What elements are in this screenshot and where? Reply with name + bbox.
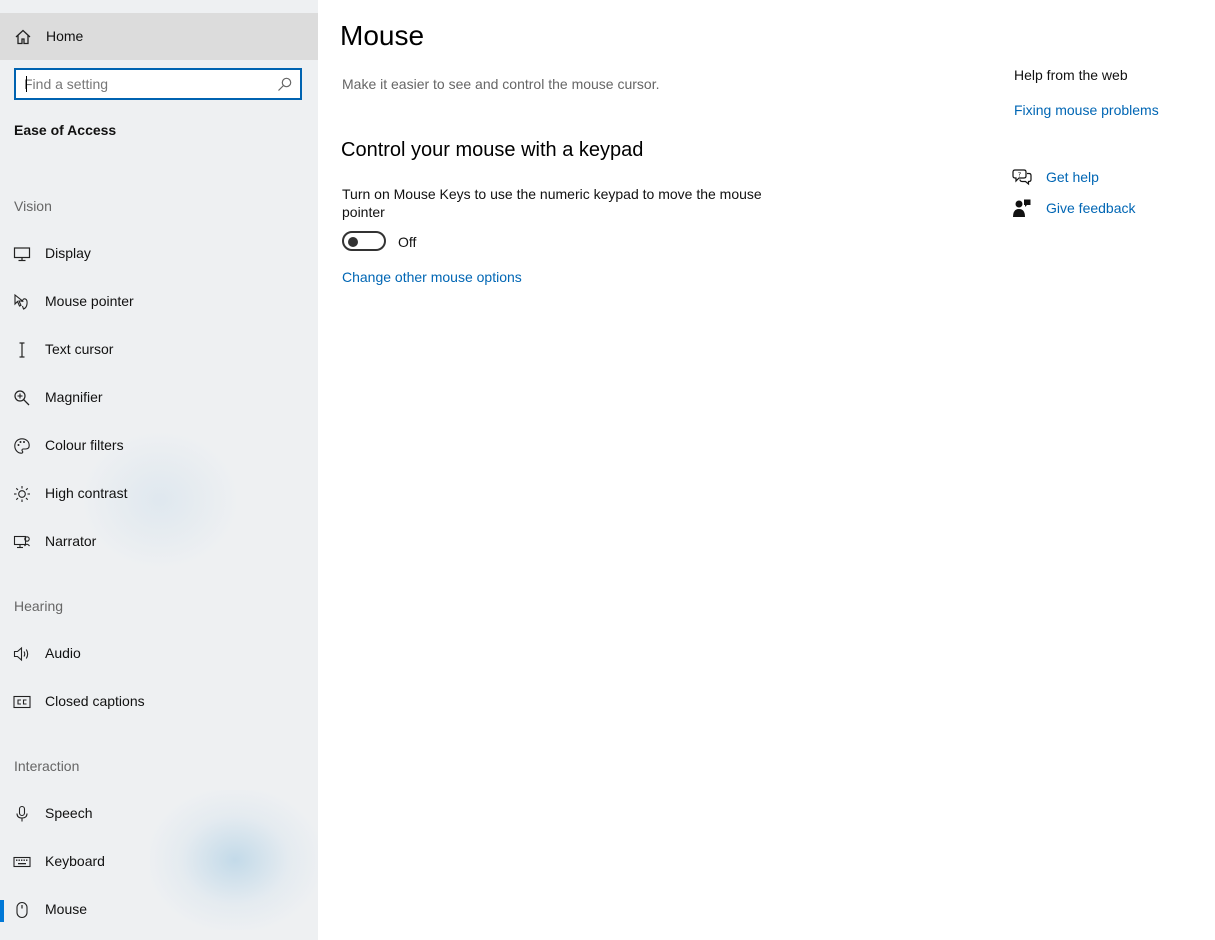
- sidebar-item-text-cursor[interactable]: Text cursor: [0, 327, 318, 373]
- sidebar-item-label: Magnifier: [45, 389, 103, 405]
- change-other-mouse-options-link[interactable]: Change other mouse options: [342, 269, 522, 285]
- main-content: Mouse Make it easier to see and control …: [318, 0, 1215, 940]
- sidebar-item-colour-filters[interactable]: Colour filters: [0, 423, 318, 469]
- group-label-interaction: Interaction: [14, 758, 80, 774]
- sidebar-item-label: Closed captions: [45, 693, 145, 709]
- page-title: Mouse: [340, 20, 425, 51]
- get-help-row[interactable]: ? Get help: [1012, 167, 1172, 189]
- get-help-icon: ?: [1012, 169, 1032, 186]
- sun-icon: [14, 486, 30, 502]
- fixing-mouse-problems-link[interactable]: Fixing mouse problems: [1014, 102, 1159, 118]
- sidebar-home-button[interactable]: Home: [0, 13, 318, 60]
- search-icon[interactable]: [277, 77, 292, 92]
- search-box[interactable]: [14, 68, 302, 100]
- section-heading: Control your mouse with a keypad: [341, 139, 644, 161]
- sidebar-item-closed-captions[interactable]: Closed captions: [0, 679, 318, 725]
- sidebar: Home Ease of Access Vision Display Mouse…: [0, 0, 318, 940]
- text-cursor-icon: [19, 342, 25, 358]
- group-label-vision: Vision: [14, 198, 52, 214]
- magnifier-icon: [14, 390, 30, 406]
- sidebar-item-label: Display: [45, 245, 91, 261]
- group-label-hearing: Hearing: [14, 598, 64, 614]
- toggle-state-label: Off: [398, 234, 417, 250]
- sidebar-item-mouse-pointer[interactable]: Mouse pointer: [0, 279, 318, 325]
- feedback-icon: [1013, 199, 1031, 217]
- text-caret: [26, 76, 27, 92]
- sidebar-item-label: Narrator: [45, 533, 97, 549]
- sidebar-item-label: Keyboard: [45, 853, 105, 869]
- sidebar-item-label: Audio: [45, 645, 81, 661]
- mouse-pointer-icon: [14, 293, 28, 310]
- sidebar-item-label: High contrast: [45, 485, 128, 501]
- svg-text:?: ?: [1018, 171, 1021, 179]
- sidebar-item-label: Speech: [45, 805, 93, 821]
- sidebar-item-speech[interactable]: Speech: [0, 791, 318, 837]
- display-icon: [13, 247, 31, 262]
- speaker-icon: [13, 646, 29, 662]
- mouse-icon: [16, 901, 28, 919]
- sidebar-item-label: Colour filters: [45, 437, 124, 453]
- sidebar-item-audio[interactable]: Audio: [0, 631, 318, 677]
- sidebar-item-label: Text cursor: [45, 341, 114, 357]
- sidebar-item-high-contrast[interactable]: High contrast: [0, 471, 318, 517]
- sidebar-item-keyboard[interactable]: Keyboard: [0, 839, 318, 885]
- mouse-keys-toggle[interactable]: [342, 231, 386, 251]
- sidebar-item-narrator[interactable]: Narrator: [0, 519, 318, 565]
- give-feedback-link[interactable]: Give feedback: [1046, 200, 1136, 216]
- sidebar-item-label: Mouse: [45, 901, 88, 917]
- palette-icon: [14, 438, 30, 454]
- narrator-icon: [13, 535, 30, 549]
- home-icon: [15, 29, 31, 45]
- selection-indicator: [0, 900, 4, 922]
- closed-captions-icon: [13, 695, 31, 709]
- page-subtitle: Make it easier to see and control the mo…: [342, 76, 660, 92]
- home-label: Home: [46, 28, 84, 44]
- give-feedback-row[interactable]: Give feedback: [1012, 198, 1192, 220]
- sidebar-item-mouse[interactable]: Mouse: [0, 887, 318, 933]
- keyboard-icon: [13, 856, 31, 868]
- sidebar-item-display[interactable]: Display: [0, 231, 318, 277]
- microphone-icon: [16, 805, 28, 822]
- sidebar-item-label: Mouse pointer: [45, 293, 134, 309]
- mouse-keys-description: Turn on Mouse Keys to use the numeric ke…: [342, 186, 762, 220]
- sidebar-section-title: Ease of Access: [14, 122, 117, 138]
- search-input[interactable]: [24, 75, 274, 93]
- get-help-link[interactable]: Get help: [1046, 169, 1099, 185]
- sidebar-item-magnifier[interactable]: Magnifier: [0, 375, 318, 421]
- help-title: Help from the web: [1014, 67, 1128, 83]
- toggle-knob: [348, 237, 358, 247]
